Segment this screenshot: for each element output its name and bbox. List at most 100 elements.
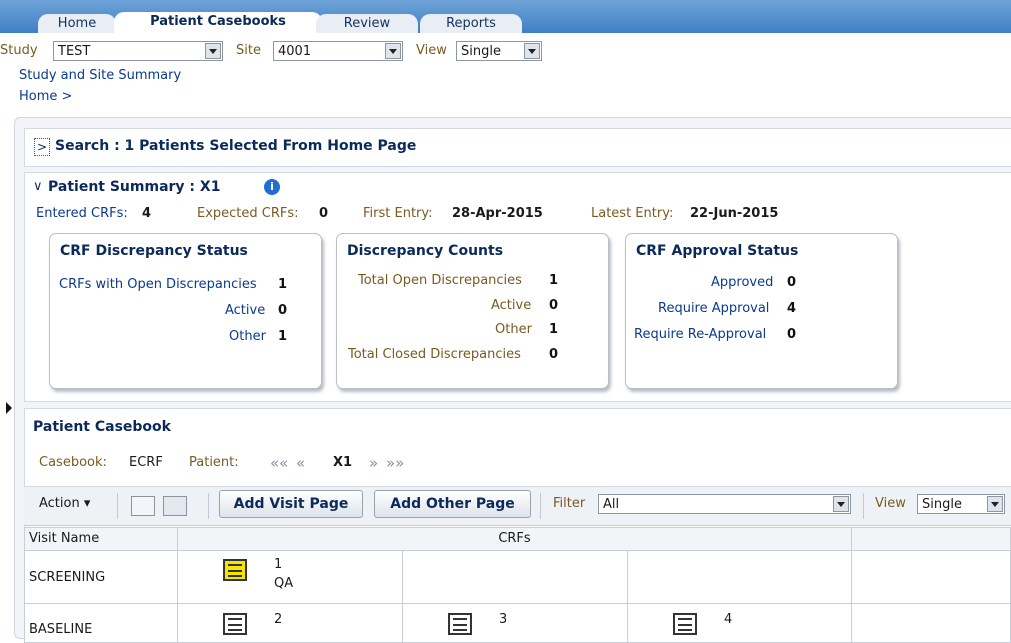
crf-cell [627,550,852,604]
total-closed-value: 0 [549,347,559,362]
patient-casebook-title: Patient Casebook [33,419,171,435]
total-open-value: 1 [549,273,559,288]
info-icon[interactable]: i [264,179,280,195]
chevron-down-icon[interactable] [385,43,401,59]
column-header-label: CRFs [498,531,531,546]
casebook-view-select[interactable]: Single [917,494,1005,514]
crf-discrepancy-status-title: CRF Discrepancy Status [60,243,248,259]
chevron-down-icon[interactable] [833,496,849,512]
add-other-page-button[interactable]: Add Other Page [374,490,531,518]
column-header-blank [851,527,1011,551]
filter-select-value: All [603,497,620,512]
top-tab-bar: Home Patient Casebooks Review Reports [0,0,1011,33]
discrepancy-counts-box: Discrepancy Counts Total Open Discrepanc… [336,233,609,389]
filter-select[interactable]: All [598,494,851,514]
column-header-crfs[interactable]: CRFs [177,527,852,551]
crfs-open-discrepancies-value: 1 [278,277,288,292]
crf-approval-status-title: CRF Approval Status [636,243,799,259]
view-select[interactable]: Single [456,41,542,61]
view-label: View [416,43,447,58]
crf-number: 4 [724,612,733,627]
crf-cell[interactable]: 3 [402,603,628,643]
casebook-value: ECRF [129,455,163,470]
total-open-label: Total Open Discrepancies [358,273,522,288]
visit-name: BASELINE [29,622,93,637]
filter-label: Filter [553,496,586,511]
latest-entry-value: 22-Jun-2015 [690,206,779,221]
search-panel: > Search : 1 Patients Selected From Home… [24,128,1011,167]
visit-name: SCREENING [29,570,106,585]
site-label: Site [236,43,261,58]
site-select[interactable]: 4001 [273,41,403,61]
latest-entry-label: Latest Entry: [591,206,674,221]
crf-number: 1 [274,557,283,572]
crf-status: QA [274,576,294,591]
patient-value: X1 [333,455,353,470]
expected-crfs-value: 0 [319,206,329,221]
crf-cell[interactable]: 1 QA [177,550,403,604]
tab-home[interactable]: Home [38,14,116,33]
study-select-value: TEST [58,44,91,59]
chevron-down-icon[interactable] [524,43,540,59]
patient-label: Patient: [189,455,239,470]
column-header-visit-name[interactable]: Visit Name [24,527,178,551]
first-patient-icon[interactable]: «« [270,454,288,472]
require-approval-value: 4 [787,301,797,316]
crf-cell[interactable]: 4 [627,603,852,643]
expand-icon[interactable]: > [34,138,50,156]
crf-number: 3 [499,612,508,627]
print-page-icon[interactable] [163,496,187,516]
chevron-down-icon[interactable] [205,43,221,59]
open-other-label: Other [495,322,532,337]
tab-patient-casebooks[interactable]: Patient Casebooks [114,12,322,33]
search-title: Search : 1 Patients Selected From Home P… [55,138,417,154]
crf-approval-status-box: CRF Approval Status Approved 0 Require A… [625,233,898,389]
casebook-view-select-value: Single [922,497,962,512]
other-discrepancies-link[interactable]: Other [229,329,266,344]
active-discrepancies-value: 0 [278,303,288,318]
crf-page-icon[interactable] [223,559,247,581]
table-row-visit-cell: BASELINE [24,603,178,643]
blank-cell [851,550,1011,604]
previous-patient-icon[interactable]: « [296,454,305,472]
splitter-handle-icon[interactable] [6,402,12,414]
open-active-label: Active [491,298,532,313]
tab-review[interactable]: Review [316,14,418,33]
breadcrumb[interactable]: Home > [19,89,72,104]
collapse-icon[interactable]: ∨ [33,179,43,194]
action-menu[interactable]: Action ▾ [39,496,90,511]
approved-link[interactable]: Approved [711,275,773,290]
view-select-value: Single [461,44,501,59]
site-select-value: 4001 [278,44,312,59]
crf-cell [402,550,628,604]
require-reapproval-value: 0 [787,327,797,342]
toolbar-divider [208,493,209,519]
toolbar-divider [540,493,541,519]
require-reapproval-link[interactable]: Require Re-Approval [634,327,766,342]
total-closed-label: Total Closed Discrepancies [348,347,521,362]
entered-crfs-label[interactable]: Entered CRFs: [36,206,128,221]
column-header-label: Visit Name [29,531,100,546]
toolbar-divider [117,493,118,519]
entered-crfs-value: 4 [142,206,152,221]
table-row-visit-cell: SCREENING [24,550,178,604]
first-entry-label: First Entry: [363,206,433,221]
patient-summary-title: Patient Summary : X1 [48,179,221,195]
chevron-down-icon[interactable] [987,496,1003,512]
crfs-open-discrepancies-link[interactable]: CRFs with Open Discrepancies [59,277,257,292]
study-site-summary-link[interactable]: Study and Site Summary [19,68,181,83]
last-patient-icon[interactable]: »» [386,454,404,472]
blank-cell [851,603,1011,643]
crf-cell[interactable]: 2 [177,603,403,643]
open-other-value: 1 [549,322,559,337]
next-patient-icon[interactable]: » [369,454,378,472]
active-discrepancies-link[interactable]: Active [225,303,265,318]
require-approval-link[interactable]: Require Approval [658,301,769,316]
tab-reports[interactable]: Reports [420,14,522,33]
toolbar-divider [863,493,864,519]
approved-value: 0 [787,275,797,290]
add-visit-page-button[interactable]: Add Visit Page [219,490,363,518]
study-select[interactable]: TEST [53,41,223,61]
edit-page-icon[interactable] [131,496,155,516]
first-entry-value: 28-Apr-2015 [452,206,543,221]
